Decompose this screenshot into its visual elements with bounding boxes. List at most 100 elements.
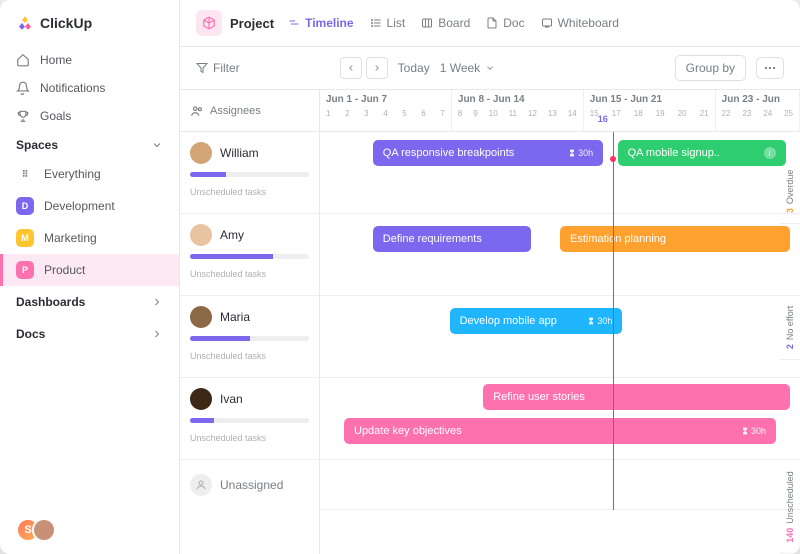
- task-label: Define requirements: [383, 233, 482, 245]
- week-label: Jun 8 - Jun 14: [458, 94, 577, 105]
- task-update-objectives[interactable]: Update key objectives 30h: [344, 418, 776, 444]
- app-window: ClickUp Home Notifications Goals Spaces …: [0, 0, 800, 554]
- avatar: [190, 224, 212, 246]
- task-estimation-planning[interactable]: Estimation planning: [560, 226, 790, 252]
- tab-label: Timeline: [305, 16, 353, 30]
- assignee-row[interactable]: William Unscheduled tasks: [180, 132, 319, 214]
- next-button[interactable]: [366, 57, 388, 79]
- task-time: 30h: [741, 426, 766, 436]
- space-label: Marketing: [44, 231, 97, 245]
- grid-row: Refine user stories Update key objective…: [320, 378, 800, 460]
- user-avatars[interactable]: S: [0, 506, 179, 554]
- timeline-grid[interactable]: Jun 1 - Jun 7 1234567 Jun 8 - Jun 14 891…: [320, 90, 800, 554]
- task-label: QA mobile signup..: [628, 147, 720, 159]
- nav-notifications[interactable]: Notifications: [0, 74, 179, 102]
- assignee-row[interactable]: Ivan Unscheduled tasks: [180, 378, 319, 460]
- docs-section[interactable]: Docs: [0, 318, 179, 350]
- week-label: Jun 1 - Jun 7: [326, 94, 445, 105]
- nav-label: Goals: [40, 109, 71, 123]
- range-label: 1 Week: [440, 61, 480, 75]
- hourglass-icon: [568, 149, 576, 157]
- unscheduled-label[interactable]: Unscheduled tasks: [190, 187, 309, 197]
- bell-icon: [16, 81, 30, 95]
- day-numbers: 891011121314: [458, 109, 577, 118]
- tab-whiteboard[interactable]: Whiteboard: [541, 16, 619, 30]
- more-button[interactable]: [756, 57, 784, 79]
- timeline-left: Assignees William Unscheduled tasks Amy …: [180, 90, 320, 554]
- progress-fill: [190, 254, 273, 259]
- assignee-name: William: [220, 146, 259, 160]
- hourglass-icon: [587, 317, 595, 325]
- today-button[interactable]: Today: [398, 61, 430, 75]
- trophy-icon: [16, 109, 30, 123]
- chevron-down-icon: [151, 139, 163, 151]
- chevron-down-icon: [485, 63, 495, 73]
- date-header: Jun 1 - Jun 7 1234567 Jun 8 - Jun 14 891…: [320, 90, 800, 132]
- progress-fill: [190, 172, 226, 177]
- today-line: [613, 132, 614, 510]
- task-label: Estimation planning: [570, 233, 666, 245]
- tab-list[interactable]: List: [370, 16, 406, 30]
- tab-label: Whiteboard: [558, 16, 619, 30]
- unscheduled-label[interactable]: Unscheduled tasks: [190, 433, 309, 443]
- logo[interactable]: ClickUp: [0, 0, 179, 46]
- grid-rows: QA responsive breakpoints 30h QA mobile …: [320, 132, 800, 510]
- unscheduled-label[interactable]: Unscheduled tasks: [190, 269, 309, 279]
- unassigned-avatar-icon: [190, 474, 212, 496]
- tab-timeline[interactable]: Timeline: [288, 16, 353, 30]
- task-define-requirements[interactable]: Define requirements: [373, 226, 531, 252]
- nav-home[interactable]: Home: [0, 46, 179, 74]
- project-title[interactable]: Project: [196, 10, 274, 36]
- timeline: Assignees William Unscheduled tasks Amy …: [180, 90, 800, 554]
- group-by-button[interactable]: Group by: [675, 55, 746, 81]
- space-product[interactable]: P Product: [0, 254, 179, 286]
- unassigned-row[interactable]: Unassigned: [180, 460, 319, 510]
- badge-overdue[interactable]: 3Overdue: [780, 88, 800, 224]
- badge-no-effort[interactable]: 2No effort: [780, 224, 800, 360]
- task-qa-responsive[interactable]: QA responsive breakpoints 30h: [373, 140, 603, 166]
- spaces-header[interactable]: Spaces: [0, 130, 179, 158]
- avatar-teammate[interactable]: [32, 518, 56, 542]
- section-label: Docs: [16, 327, 45, 341]
- chevron-right-icon: [151, 296, 163, 308]
- nav-label: Notifications: [40, 81, 105, 95]
- space-everything[interactable]: ⠿ Everything: [0, 158, 179, 190]
- sidebar: ClickUp Home Notifications Goals Spaces …: [0, 0, 180, 554]
- hourglass-icon: [741, 427, 749, 435]
- tab-label: List: [387, 16, 406, 30]
- task-qa-mobile[interactable]: QA mobile signup.. i: [618, 140, 786, 166]
- assignees-label: Assignees: [210, 105, 261, 117]
- badge-unscheduled[interactable]: 140Unscheduled: [780, 360, 800, 554]
- week-column: Jun 15 - Jun 21 151718192021 16: [584, 90, 716, 131]
- dashboards-section[interactable]: Dashboards: [0, 286, 179, 318]
- grid-row: Define requirements Estimation planning: [320, 214, 800, 296]
- prev-button[interactable]: [340, 57, 362, 79]
- range-select[interactable]: 1 Week: [440, 61, 495, 75]
- progress-bar: [190, 418, 309, 423]
- assignee-row[interactable]: Maria Unscheduled tasks: [180, 296, 319, 378]
- week-column: Jun 1 - Jun 7 1234567: [320, 90, 452, 131]
- tab-doc[interactable]: Doc: [486, 16, 524, 30]
- unscheduled-label[interactable]: Unscheduled tasks: [190, 351, 309, 361]
- space-marketing[interactable]: M Marketing: [0, 222, 179, 254]
- task-refine-stories[interactable]: Refine user stories: [483, 384, 790, 410]
- task-label: Update key objectives: [354, 425, 462, 437]
- assignee-row[interactable]: Amy Unscheduled tasks: [180, 214, 319, 296]
- tab-label: Board: [438, 16, 470, 30]
- doc-icon: [486, 17, 498, 29]
- nav-label: Home: [40, 53, 72, 67]
- task-develop-mobile[interactable]: Develop mobile app 30h: [450, 308, 623, 334]
- avatar: [190, 306, 212, 328]
- space-development[interactable]: D Development: [0, 190, 179, 222]
- project-icon: [196, 10, 222, 36]
- filter-bar: Filter Today 1 Week Group by: [180, 47, 800, 90]
- progress-fill: [190, 418, 214, 423]
- nav-goals[interactable]: Goals: [0, 102, 179, 130]
- filter-button[interactable]: Filter: [196, 61, 240, 75]
- tab-board[interactable]: Board: [421, 16, 470, 30]
- progress-bar: [190, 336, 309, 341]
- cube-icon: [202, 16, 216, 30]
- date-nav: [340, 57, 388, 79]
- week-label: Jun 15 - Jun 21: [590, 94, 709, 105]
- assignees-header[interactable]: Assignees: [180, 90, 319, 132]
